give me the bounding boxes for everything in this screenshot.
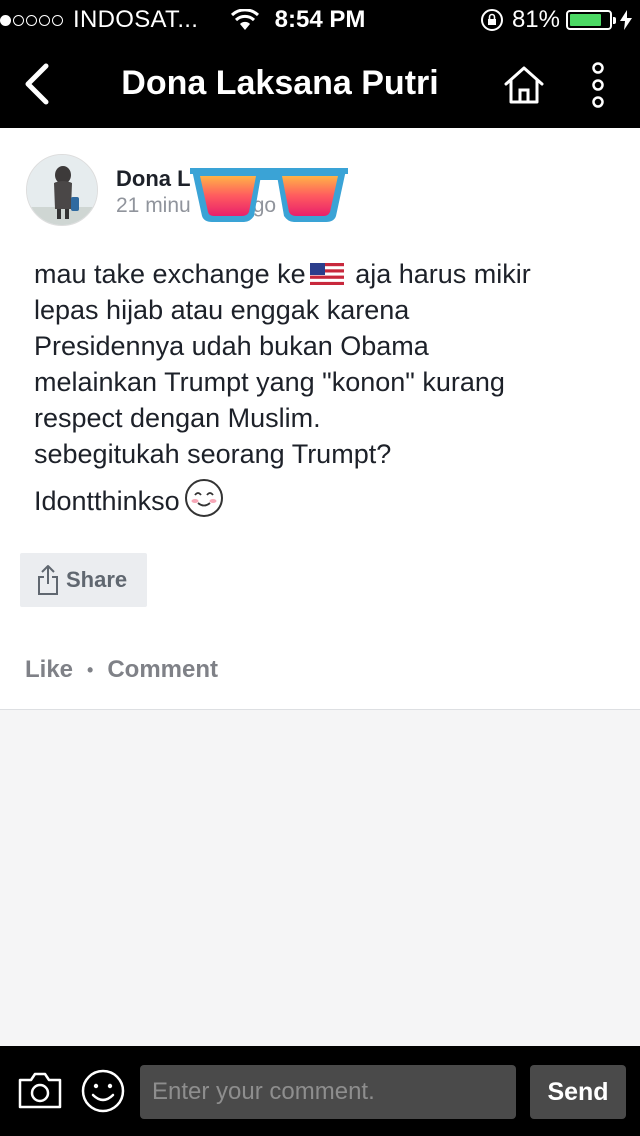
- like-link[interactable]: Like: [25, 656, 73, 684]
- post-hashtag: Idontthinkso: [34, 486, 180, 516]
- sunglasses-sticker-icon: [190, 168, 348, 222]
- avatar-photo: [27, 155, 97, 225]
- post-hashtag-line: Idontthinkso: [34, 478, 614, 519]
- more-vertical-icon[interactable]: [586, 62, 610, 108]
- camera-icon[interactable]: [17, 1070, 63, 1110]
- comment-link[interactable]: Comment: [107, 656, 218, 684]
- us-flag-icon: [309, 263, 344, 285]
- post-text-segment: mau take exchange ke: [34, 259, 306, 289]
- post-timestamp-start: 21 minu: [116, 194, 191, 217]
- home-icon[interactable]: [502, 64, 546, 106]
- battery-icon: [566, 10, 616, 30]
- post-author-name[interactable]: Dona L: [116, 166, 191, 192]
- share-label: Share: [66, 567, 128, 592]
- emoji-icon[interactable]: [80, 1068, 126, 1114]
- share-icon: [38, 565, 58, 595]
- post-text-rest: lepas hijab atau enggak karena Presidenn…: [34, 295, 505, 469]
- rotation-lock-icon: [480, 9, 503, 31]
- comment-composer: Send: [0, 1046, 640, 1136]
- post-text-first-line: mau take exchange ke aja harus mikir: [34, 256, 614, 292]
- post-card: Dona L 21 minu go mau take exchange ke a…: [0, 128, 640, 710]
- send-button[interactable]: Send: [530, 1065, 626, 1119]
- post-actions: Like • Comment: [25, 656, 218, 684]
- nav-bar: Dona Laksana Putri: [0, 40, 640, 128]
- status-bar: INDOSAT... 8:54 PM 81%: [0, 0, 640, 40]
- share-button[interactable]: Share: [20, 553, 147, 607]
- avatar[interactable]: [26, 154, 98, 226]
- comment-input[interactable]: [140, 1065, 516, 1119]
- status-right: 81%: [480, 6, 632, 34]
- battery-fill: [570, 14, 601, 26]
- blushing-smiley-icon: [184, 479, 223, 517]
- charging-bolt-icon: [620, 10, 632, 30]
- action-separator: •: [87, 659, 94, 680]
- post-body: mau take exchange ke aja harus mikir lep…: [34, 256, 614, 519]
- battery-percent: 81%: [511, 6, 560, 33]
- post-text-segment: aja harus mikir: [347, 259, 531, 289]
